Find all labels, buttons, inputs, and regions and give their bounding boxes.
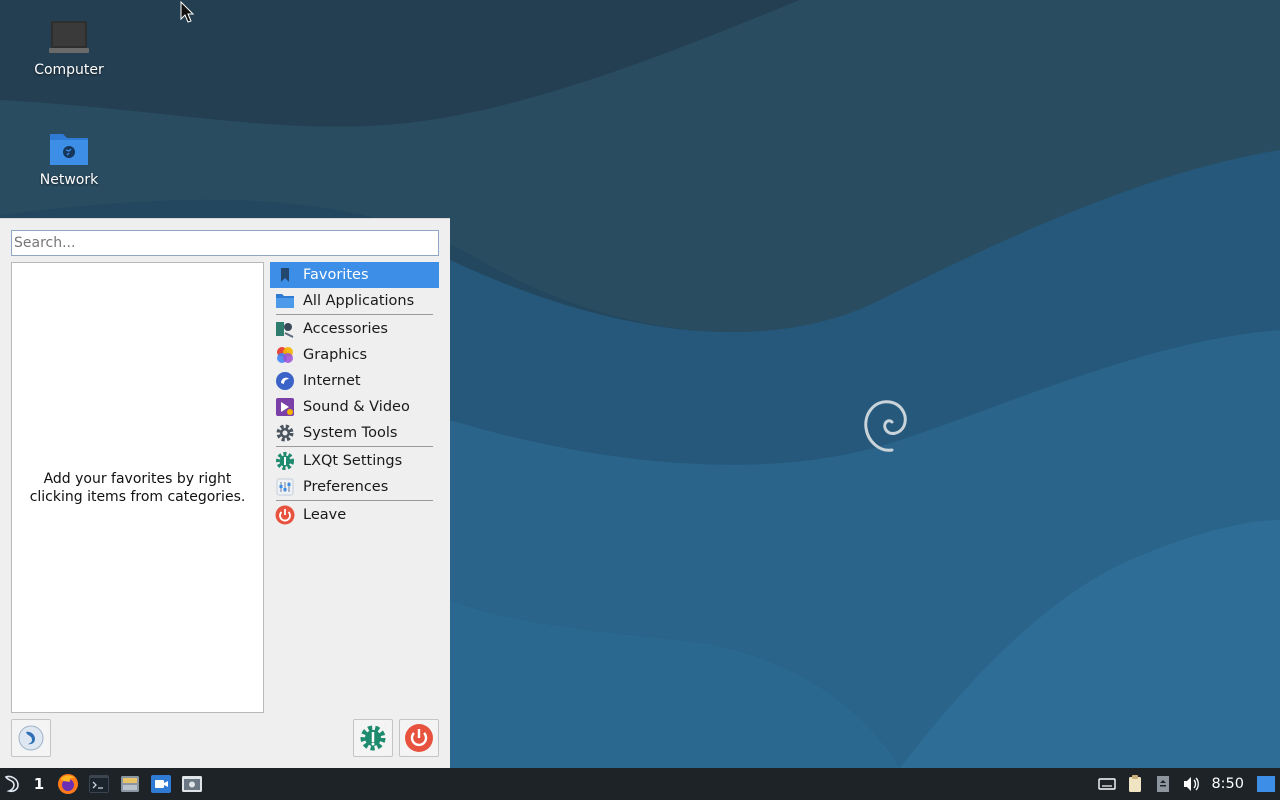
lxqt-logo-icon	[4, 775, 19, 793]
category-label: All Applications	[303, 293, 415, 309]
application-menu: Add your favorites by right clicking ite…	[0, 218, 450, 768]
computer-icon	[47, 18, 91, 58]
category-label: Accessories	[303, 321, 388, 337]
volume-control[interactable]	[1177, 768, 1205, 800]
category-label: Preferences	[303, 479, 389, 495]
multimedia-icon	[275, 397, 295, 417]
category-accessories[interactable]: Accessories	[270, 316, 439, 342]
folder-icon	[275, 291, 295, 311]
favorites-panel[interactable]: Add your favorites by right clicking ite…	[11, 262, 264, 713]
desktop-number: 1	[33, 775, 45, 793]
network-folder-icon	[47, 128, 91, 168]
video-call-icon	[150, 775, 171, 793]
show-desktop-icon	[1257, 776, 1275, 792]
show-desktop-button[interactable]	[1252, 768, 1280, 800]
leave-button[interactable]	[399, 719, 439, 757]
launcher-firefox[interactable]	[52, 768, 83, 800]
settings-button[interactable]	[353, 719, 393, 757]
search-input[interactable]	[11, 230, 439, 256]
category-favorites[interactable]: Favorites	[270, 262, 439, 288]
accessories-icon	[275, 319, 295, 339]
category-label: Sound & Video	[303, 399, 410, 415]
clipboard-icon	[1129, 775, 1142, 792]
lxqt-settings-icon	[360, 725, 386, 751]
desktop-icon-label: Computer	[34, 62, 104, 78]
bookmark-icon	[275, 265, 295, 285]
keyboard-indicator[interactable]	[1093, 768, 1121, 800]
clipboard-indicator[interactable]	[1121, 768, 1149, 800]
category-graphics[interactable]: Graphics	[270, 342, 439, 368]
launcher-file-manager[interactable]	[114, 768, 145, 800]
removable-media-icon	[1157, 776, 1170, 792]
launcher-screenshot[interactable]	[176, 768, 207, 800]
about-button[interactable]	[11, 719, 51, 757]
category-label: Internet	[303, 373, 361, 389]
category-lxqt-settings[interactable]: LXQt Settings	[270, 448, 439, 474]
favorites-hint: Add your favorites by right clicking ite…	[29, 470, 246, 505]
mouse-pointer-icon	[180, 1, 195, 23]
clock[interactable]: 8:50	[1205, 776, 1252, 792]
terminal-icon	[88, 775, 109, 793]
category-sound-video[interactable]: Sound & Video	[270, 394, 439, 420]
desktop-icon-network[interactable]: Network	[14, 128, 124, 188]
preferences-icon	[275, 477, 295, 497]
launcher-video-call[interactable]	[145, 768, 176, 800]
taskbar: 1 8:50	[0, 768, 1280, 800]
lxqt-settings-icon	[275, 451, 295, 471]
desktop-icon-label: Network	[39, 172, 99, 188]
firefox-icon	[57, 774, 78, 794]
desktop-icon-computer[interactable]: Computer	[14, 18, 124, 78]
file-manager-icon	[120, 776, 139, 792]
start-menu-button[interactable]	[0, 768, 26, 800]
category-internet[interactable]: Internet	[270, 368, 439, 394]
power-icon	[275, 505, 295, 525]
gear-icon	[275, 423, 295, 443]
category-preferences[interactable]: Preferences	[270, 474, 439, 500]
graphics-icon	[275, 345, 295, 365]
desktop[interactable]: Computer Network Add your favorites by r…	[0, 0, 1280, 768]
category-label: LXQt Settings	[303, 453, 403, 469]
category-leave[interactable]: Leave	[270, 502, 439, 528]
category-label: Favorites	[303, 267, 369, 283]
removable-media-indicator[interactable]	[1149, 768, 1177, 800]
system-tray: 8:50	[1093, 768, 1280, 800]
category-all-applications[interactable]: All Applications	[270, 288, 439, 314]
internet-icon	[275, 371, 295, 391]
category-label: Graphics	[303, 347, 368, 363]
screenshot-icon	[181, 776, 202, 792]
category-list: Favorites All Applications Accessories G…	[270, 262, 439, 528]
category-label: System Tools	[303, 425, 398, 441]
volume-icon	[1184, 777, 1200, 791]
debian-swirl-logo	[864, 400, 907, 452]
desktop-switcher[interactable]: 1	[26, 768, 52, 800]
category-system-tools[interactable]: System Tools	[270, 420, 439, 446]
power-icon	[405, 724, 433, 752]
launcher-terminal[interactable]	[83, 768, 114, 800]
keyboard-icon	[1098, 778, 1117, 790]
category-label: Leave	[303, 507, 347, 523]
lxqt-logo-icon	[18, 725, 44, 751]
